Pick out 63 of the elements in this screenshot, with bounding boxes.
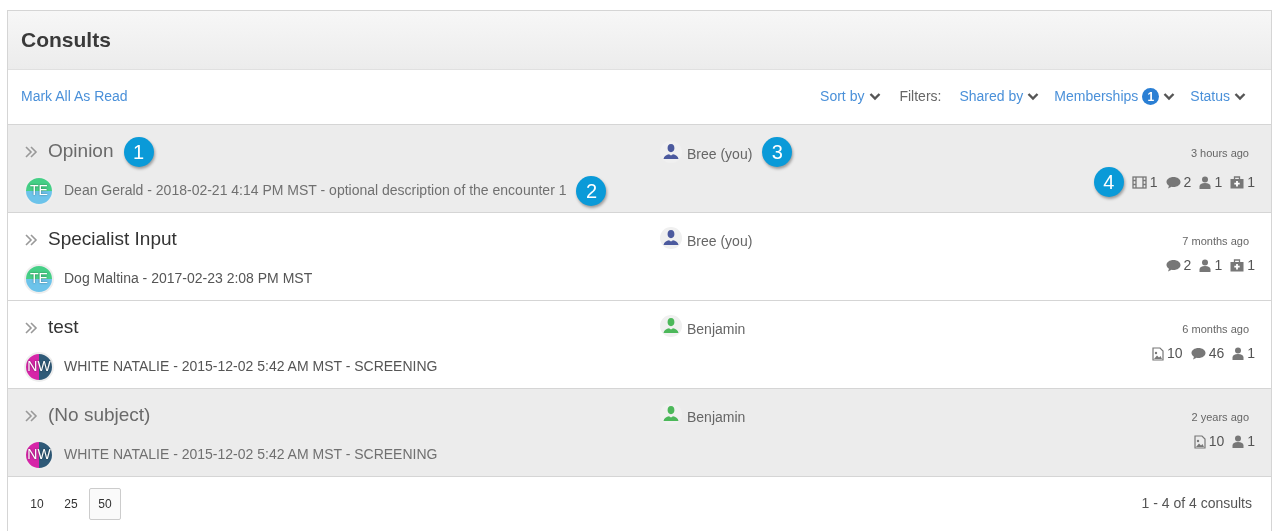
shared-by-name: Benjamin <box>687 319 746 339</box>
stat-count: 1 <box>1247 432 1255 452</box>
image-icon <box>1193 434 1206 449</box>
person-icon <box>1232 347 1245 361</box>
stat-count: 10 <box>1208 432 1225 452</box>
stat-count: 2 <box>1183 172 1192 192</box>
stat-count: 1 <box>1247 344 1255 364</box>
callout-marker: 1 <box>123 136 154 167</box>
stat-count: 1 <box>1247 172 1255 192</box>
stat-count: 1 <box>1214 172 1223 192</box>
stat-count: 2 <box>1183 256 1192 276</box>
chevron-down-icon <box>1027 92 1040 102</box>
chevron-down-icon <box>1234 92 1246 102</box>
consult-details: Dog Maltina - 2017-02-23 2:08 PM MST <box>64 269 313 289</box>
consult-details: WHITE NATALIE - 2015-12-02 5:42 AM MST - SCREENING <box>64 445 438 465</box>
image-icon <box>1152 346 1165 361</box>
stat-count: 1 <box>1214 256 1223 276</box>
page-size-button[interactable]: 50 <box>89 487 121 520</box>
page-size-button[interactable]: 25 <box>55 487 87 520</box>
relative-time: 6 months ago <box>1182 321 1249 337</box>
film-icon <box>1131 175 1147 189</box>
page-size-button[interactable]: 10 <box>21 487 53 520</box>
filters-label: Filters: <box>899 87 942 107</box>
shared-by-name: Bree (you) <box>687 145 753 165</box>
count-badge: 1 <box>1142 88 1160 106</box>
chevron-down-icon <box>1163 92 1176 102</box>
comment-icon <box>1190 347 1206 361</box>
person-icon <box>1232 435 1245 449</box>
callout-marker: 4 <box>1093 167 1124 198</box>
person-icon <box>1199 175 1212 189</box>
shared-by-name: Benjamin <box>687 407 746 427</box>
person-icon <box>1199 259 1212 273</box>
consult-row[interactable]: Opinion 1 TE Dean Gerald - 2018-02-21 4:14 PM MST - optional description of the encounter 1 2 Bree (you) 3 3 hours ago 4 1 2 1 1 <box>8 124 1271 213</box>
relative-time: 2 years ago <box>1191 409 1249 425</box>
double-chevron-icon <box>24 232 38 247</box>
relative-time: 7 months ago <box>1182 233 1249 249</box>
stat-count: 1 <box>1247 256 1255 276</box>
comment-icon <box>1165 175 1181 189</box>
consult-details: WHITE NATALIE - 2015-12-02 5:42 AM MST - SCREENING <box>64 357 438 377</box>
avatar: TE <box>24 175 54 206</box>
consult-details: Dean Gerald - 2018-02-21 4:14 PM MST - optional description of the encounter 1 <box>64 181 567 201</box>
panel-title: Consults <box>21 27 111 54</box>
callout-marker: 2 <box>576 175 607 206</box>
comment-icon <box>1165 259 1181 273</box>
consult-subject: (No subject) <box>48 403 151 428</box>
consult-subject: Opinion <box>48 139 114 164</box>
results-summary: 1 - 4 of 4 consults <box>1141 494 1252 514</box>
filter-dropdown[interactable]: Memberships 1 <box>1054 86 1176 108</box>
chevron-down-icon <box>869 92 882 102</box>
double-chevron-icon <box>24 320 38 335</box>
consult-subject: Specialist Input <box>48 227 177 252</box>
medkit-icon <box>1230 259 1245 273</box>
stat-count: 10 <box>1167 344 1183 364</box>
avatar: TE <box>24 263 54 294</box>
stat-count: 1 <box>1149 172 1158 192</box>
medkit-icon <box>1230 175 1245 189</box>
relative-time: 3 hours ago <box>1190 145 1249 161</box>
stat-count: 46 <box>1208 344 1225 364</box>
double-chevron-icon <box>24 144 38 159</box>
shared-by-name: Bree (you) <box>687 231 753 251</box>
consult-subject: test <box>48 315 79 340</box>
double-chevron-icon <box>24 408 38 423</box>
callout-marker: 3 <box>762 136 793 167</box>
